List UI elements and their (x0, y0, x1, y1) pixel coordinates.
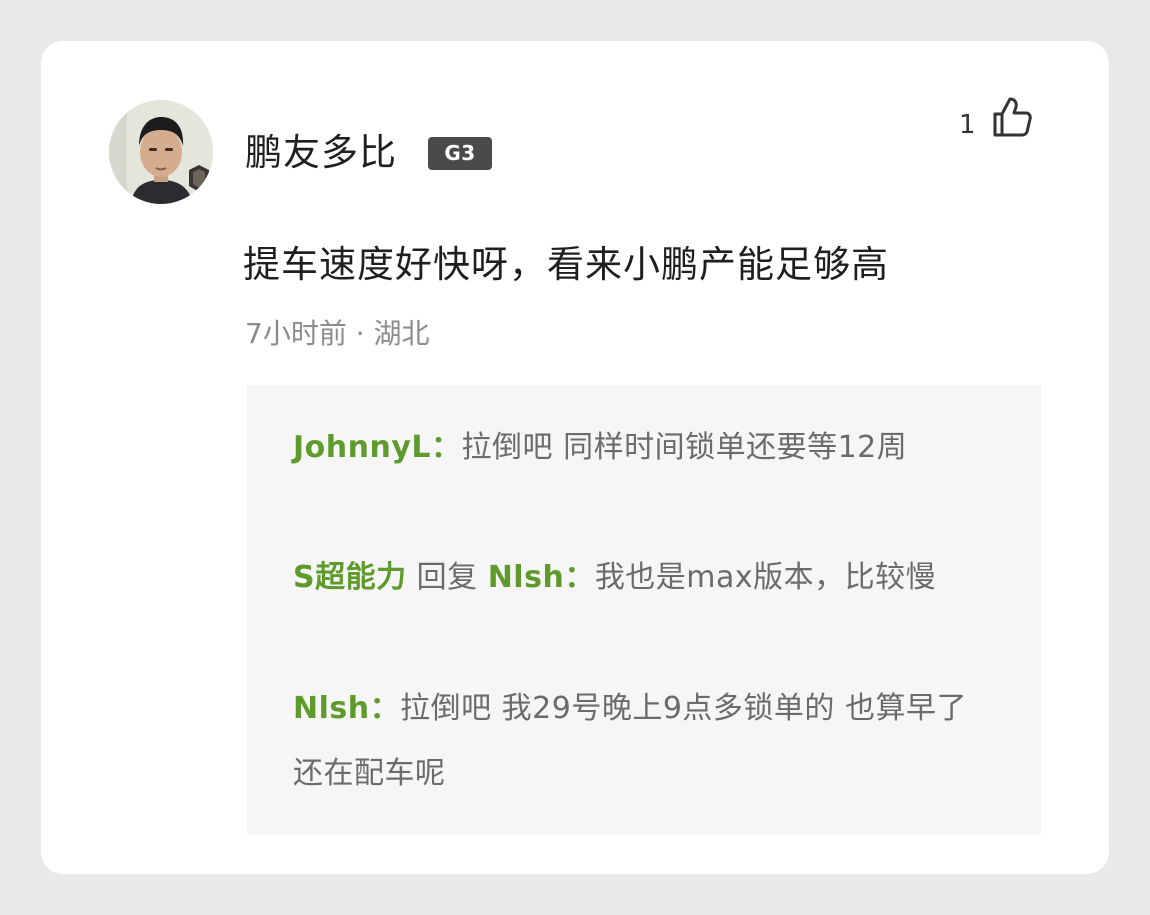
comment-location: 湖北 (373, 317, 430, 350)
reply-item[interactable]: JohnnyL：拉倒吧 同样时间锁单还要等12周 (293, 415, 983, 480)
reply-text: 拉倒吧 同样时间锁单还要等12周 (461, 430, 908, 465)
reply-text: 我也是max版本，比较慢 (594, 560, 937, 595)
reply-to-user[interactable]: Nlsh (488, 560, 565, 595)
comment-text: 提车速度好快呀，看来小鹏产能足够高 (243, 243, 889, 286)
meta-separator: · (355, 317, 365, 350)
reply-list: JohnnyL：拉倒吧 同样时间锁单还要等12周 S超能力 回复 Nlsh：我也… (247, 385, 1041, 835)
reply-item[interactable]: S超能力 回复 Nlsh：我也是max版本，比较慢 (293, 545, 983, 610)
reply-colon: ： (369, 691, 401, 726)
reply-colon: ： (431, 430, 462, 465)
reply-author[interactable]: S超能力 (293, 560, 407, 595)
thumbs-up-icon[interactable] (991, 95, 1033, 139)
comment-time: 7小时前 (245, 317, 347, 350)
comment-meta: 7小时前 · 湖北 (245, 317, 430, 351)
reply-author[interactable]: Nlsh (293, 691, 370, 726)
reply-item[interactable]: Nlsh：拉倒吧 我29号晚上9点多锁单的 也算早了 还在配车呢 (293, 676, 983, 806)
reply-colon: ： (564, 560, 595, 595)
comment-card: 鹏友多比 G3 1 提车速度好快呀，看来小鹏产能足够高 7小时前 · 湖北 Jo… (41, 41, 1109, 874)
reply-to-word: 回复 (416, 560, 478, 595)
reply-author[interactable]: JohnnyL (293, 430, 431, 465)
avatar[interactable] (109, 100, 213, 204)
username[interactable]: 鹏友多比 (245, 130, 397, 176)
like-count: 1 (959, 110, 976, 140)
level-badge: G3 (428, 137, 492, 170)
avatar-image (109, 100, 213, 204)
